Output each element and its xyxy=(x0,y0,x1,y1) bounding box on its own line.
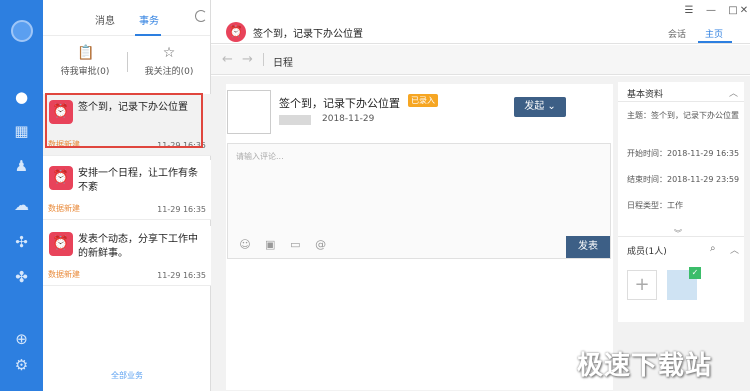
mention-icon[interactable]: @ xyxy=(314,239,328,251)
chevron-up-icon[interactable]: ︿ xyxy=(730,243,739,256)
alarm-icon: ⏰ xyxy=(226,22,246,42)
menu-icon[interactable]: ☰ xyxy=(683,6,695,16)
settings-icon[interactable]: ⚙ xyxy=(12,356,31,375)
nav-divider xyxy=(263,53,264,66)
apps-icon[interactable]: ✣ xyxy=(12,233,31,252)
info-type: 日程类型：工作 xyxy=(627,201,683,210)
info-start-time: 开始时间：2018-11-29 16:35 xyxy=(627,149,740,158)
calendar-icon[interactable]: ▦ xyxy=(12,122,31,141)
nav-bar: ← → 日程 xyxy=(211,45,750,75)
cloud-icon[interactable]: ☁ xyxy=(12,196,31,215)
schedule-title: 签个到，记录下办公位置 xyxy=(279,97,400,110)
tab-messages[interactable]: 消息 xyxy=(95,12,115,27)
launch-button[interactable]: 发起 ⌄ xyxy=(514,97,566,117)
item-source: 数据新建 xyxy=(48,204,80,213)
thumbnail xyxy=(227,90,271,134)
comment-box[interactable]: 请输入评论... ☺ ▣ ▭ @ 发表 xyxy=(227,143,611,259)
grid-icon[interactable]: ✤ xyxy=(12,268,31,287)
app-logo[interactable] xyxy=(11,20,33,42)
members-panel: 成员(1人) ⌕ ︿ + ✓ xyxy=(618,236,744,316)
schedule-card: 签个到，记录下办公位置 已录入 2018-11-29 发起 ⌄ 请输入评论...… xyxy=(226,84,613,390)
detail-content: 签个到，记录下办公位置 已录入 2018-11-29 发起 ⌄ 请输入评论...… xyxy=(211,76,750,391)
filter-bar: 📋 待我审批(0) ☆ 我关注的(0) xyxy=(43,40,211,90)
tab-home[interactable]: 主页 xyxy=(705,27,723,40)
item-title: 发表个动态，分享下工作中的新鲜事。 xyxy=(78,234,198,259)
info-title: 基本资料 xyxy=(627,90,664,100)
tab-underline xyxy=(135,34,161,36)
schedule-date: 2018-11-29 xyxy=(322,114,375,124)
refresh-icon[interactable] xyxy=(195,10,207,22)
watermark: 极速下载站 xyxy=(577,351,713,381)
creator-name xyxy=(279,115,311,125)
list-item[interactable]: ⏰ 安排一个日程，让工作有条不紊 数据新建 11-29 16:35 xyxy=(43,160,211,220)
add-member-button[interactable]: + xyxy=(627,270,657,300)
item-time: 11-29 16:35 xyxy=(157,271,206,280)
list-tabs: 消息 事务 xyxy=(43,0,210,36)
alarm-icon: ⏰ xyxy=(49,166,73,190)
item-title: 安排一个日程，让工作有条不紊 xyxy=(78,168,198,193)
image-icon[interactable]: ▣ xyxy=(263,239,277,251)
filter-followed[interactable]: ☆ 我关注的(0) xyxy=(127,40,211,77)
star-icon: ☆ xyxy=(162,45,176,61)
clipboard-icon: 📋 xyxy=(77,45,95,61)
emoji-icon[interactable]: ☺ xyxy=(238,239,252,251)
close-icon[interactable]: ✕ xyxy=(738,6,750,16)
comment-placeholder: 请输入评论... xyxy=(236,152,284,161)
filter-label: 我关注的(0) xyxy=(144,67,194,77)
back-arrow-icon[interactable]: ← xyxy=(222,52,233,67)
left-rail: ● ▦ ♟ ☁ ✣ ✤ ⊕ ⚙ xyxy=(0,0,43,391)
task-list-panel: 消息 事务 📋 待我审批(0) ☆ 我关注的(0) ⏰ 签个到，记录下办公位置 … xyxy=(43,0,211,391)
filter-pending-approval[interactable]: 📋 待我审批(0) xyxy=(43,40,127,77)
launch-label: 发起 xyxy=(524,101,545,112)
chat-icon[interactable]: ● xyxy=(12,88,31,107)
publish-button[interactable]: 发表 xyxy=(566,236,610,258)
info-end-time: 结束时间：2018-11-29 23:59 xyxy=(627,175,740,184)
all-tasks-link[interactable]: 全部业务 xyxy=(43,370,211,381)
filter-label: 待我审批(0) xyxy=(60,67,110,77)
detail-header: ⏰ 签个到，记录下办公位置 ☰ — □ ✕ 会话 主页 xyxy=(211,0,750,44)
info-subject: 主题：签个到，记录下办公位置 xyxy=(627,111,739,120)
info-header: 基本资料 ︿ xyxy=(618,82,744,102)
header-title: 签个到，记录下办公位置 xyxy=(253,29,363,40)
status-badge: 已录入 xyxy=(408,94,438,107)
chevron-up-icon[interactable]: ︿ xyxy=(729,86,738,99)
item-source: 数据新建 xyxy=(48,270,80,279)
check-icon: ✓ xyxy=(689,267,701,279)
list-item[interactable]: ⏰ 发表个动态，分享下工作中的新鲜事。 数据新建 11-29 16:35 xyxy=(43,226,211,286)
minimize-icon[interactable]: — xyxy=(705,6,717,16)
forward-arrow-icon[interactable]: → xyxy=(242,52,253,67)
chevron-down-icon: ⌄ xyxy=(547,101,556,112)
tab-conversation[interactable]: 会话 xyxy=(668,27,686,40)
tab-tasks[interactable]: 事务 xyxy=(139,12,159,27)
members-title: 成员(1人) xyxy=(627,247,667,257)
item-time: 11-29 16:35 xyxy=(157,205,206,214)
alarm-icon: ⏰ xyxy=(49,232,73,256)
search-icon[interactable]: ⌕ xyxy=(710,243,716,254)
contacts-icon[interactable]: ♟ xyxy=(12,157,31,176)
comment-toolbar: ☺ ▣ ▭ @ xyxy=(238,239,336,251)
breadcrumb: 日程 xyxy=(273,58,293,69)
folder-icon[interactable]: ▭ xyxy=(288,239,302,251)
selection-highlight xyxy=(45,93,203,148)
add-icon[interactable]: ⊕ xyxy=(12,330,31,349)
tab-underline xyxy=(698,41,732,43)
